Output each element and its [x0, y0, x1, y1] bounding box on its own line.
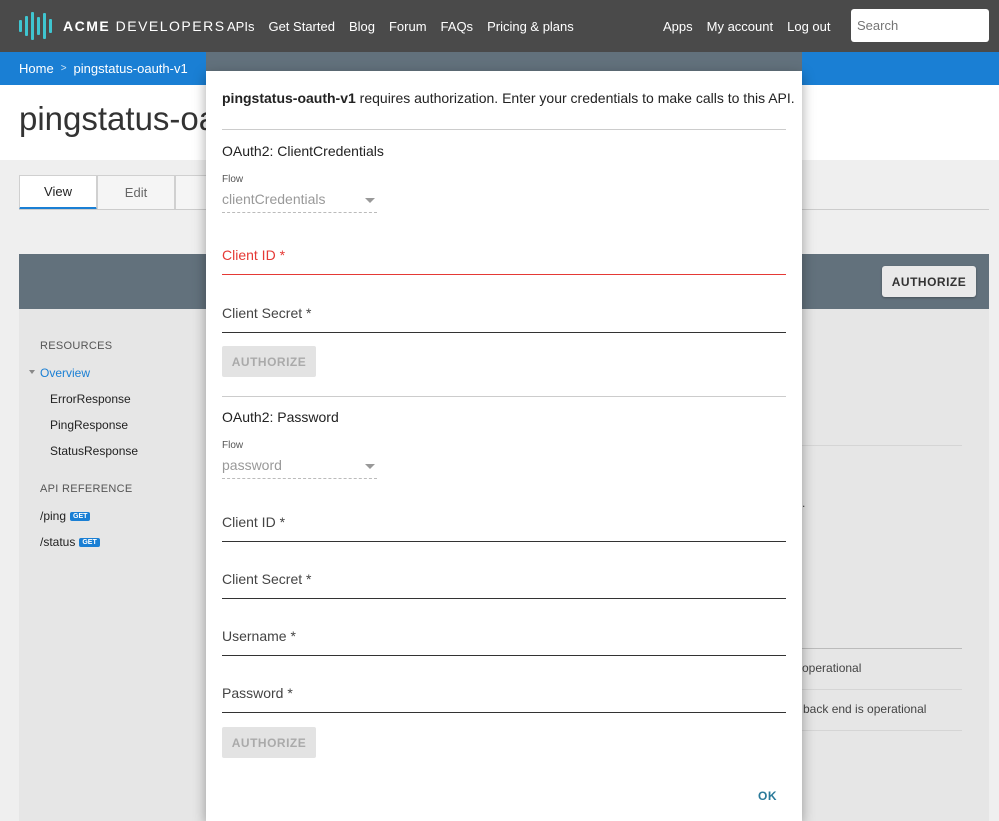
- top-navigation: ACME DEVELOPERS APIs Get Started Blog Fo…: [0, 0, 999, 52]
- endpoint-path: /status: [40, 535, 76, 549]
- logo-bars-icon: [19, 12, 52, 40]
- sidebar-item-pingresponse[interactable]: PingResponse: [50, 418, 128, 432]
- tab-edit[interactable]: Edit: [97, 175, 175, 210]
- sidebar-item-status[interactable]: /status GET: [40, 535, 100, 549]
- flow-value: password: [222, 457, 282, 473]
- modal-header: [206, 52, 802, 71]
- account-nav: Apps My account Log out: [663, 0, 845, 52]
- acme-logo[interactable]: ACME DEVELOPERS: [19, 12, 226, 40]
- sidebar-item-ping[interactable]: /ping GET: [40, 509, 91, 523]
- breadcrumb-separator: >: [60, 63, 67, 74]
- divider: [222, 129, 786, 130]
- nav-faqs[interactable]: FAQs: [441, 19, 474, 34]
- background-table-cell: operational: [802, 661, 862, 675]
- ok-button[interactable]: OK: [758, 789, 777, 803]
- flow-select[interactable]: password: [222, 457, 377, 479]
- dropdown-arrow-icon: [365, 464, 375, 469]
- method-badge: GET: [70, 512, 91, 521]
- divider: [222, 396, 786, 397]
- chevron-down-icon: [29, 370, 35, 374]
- password-field[interactable]: Password *: [222, 685, 786, 713]
- api-reference-heading: API REFERENCE: [40, 483, 133, 495]
- background-divider: [802, 689, 962, 690]
- nav-apps[interactable]: Apps: [663, 19, 693, 34]
- search-input[interactable]: [851, 9, 989, 42]
- background-divider: [802, 730, 962, 731]
- breadcrumb-home[interactable]: Home: [19, 61, 54, 76]
- dialog-intro: pingstatus-oauth-v1 requires authorizati…: [222, 90, 795, 106]
- main-nav: APIs Get Started Blog Forum FAQs Pricing…: [227, 0, 588, 52]
- authorize-client-credentials-button[interactable]: AUTHORIZE: [222, 346, 316, 377]
- background-text: .: [802, 496, 806, 510]
- flow-value: clientCredentials: [222, 191, 326, 207]
- username-field[interactable]: Username *: [222, 628, 786, 656]
- client-secret-field[interactable]: Client Secret *: [222, 571, 786, 599]
- client-secret-field[interactable]: Client Secret *: [222, 305, 786, 333]
- endpoint-path: /ping: [40, 509, 67, 523]
- method-badge: GET: [79, 538, 100, 547]
- sidebar: RESOURCES Overview ErrorResponse PingRes…: [19, 309, 209, 821]
- background-divider: [802, 648, 962, 649]
- header-authorize-button[interactable]: AUTHORIZE: [882, 266, 976, 297]
- authorize-password-button[interactable]: AUTHORIZE: [222, 727, 316, 758]
- nav-forum[interactable]: Forum: [389, 19, 427, 34]
- sidebar-item-overview[interactable]: Overview: [40, 366, 90, 380]
- dropdown-arrow-icon: [365, 198, 375, 203]
- nav-my-account[interactable]: My account: [707, 19, 773, 34]
- password-flow-title: OAuth2: Password: [222, 409, 339, 425]
- nav-blog[interactable]: Blog: [349, 19, 375, 34]
- nav-pricing[interactable]: Pricing & plans: [487, 19, 574, 34]
- flow-select[interactable]: clientCredentials: [222, 191, 377, 213]
- breadcrumb-current[interactable]: pingstatus-oauth-v1: [74, 61, 188, 76]
- background-divider: [802, 445, 962, 446]
- nav-apis[interactable]: APIs: [227, 19, 254, 34]
- resources-heading: RESOURCES: [40, 340, 113, 352]
- flow-label: Flow: [222, 174, 244, 185]
- client-id-field[interactable]: Client ID *: [222, 247, 786, 275]
- brand-name: ACME DEVELOPERS: [63, 18, 226, 34]
- sidebar-item-statusresponse[interactable]: StatusResponse: [50, 444, 138, 458]
- sidebar-item-errorresponse[interactable]: ErrorResponse: [50, 392, 131, 406]
- client-id-field[interactable]: Client ID *: [222, 514, 786, 542]
- nav-log-out[interactable]: Log out: [787, 19, 830, 34]
- client-credentials-title: OAuth2: ClientCredentials: [222, 143, 384, 159]
- flow-label: Flow: [222, 440, 244, 451]
- background-table-cell: d back end is operational: [793, 702, 927, 716]
- authorization-dialog: pingstatus-oauth-v1 requires authorizati…: [206, 71, 802, 821]
- nav-get-started[interactable]: Get Started: [268, 19, 334, 34]
- tab-view[interactable]: View: [19, 175, 97, 210]
